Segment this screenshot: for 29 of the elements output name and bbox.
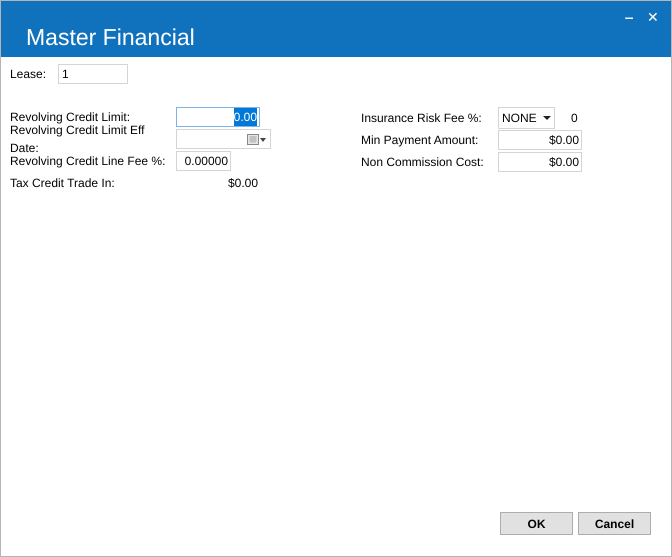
lease-field[interactable]: 1 bbox=[58, 64, 128, 84]
field-label: Revolving Credit Limit: bbox=[10, 109, 132, 125]
field-label: Non Commission Cost: bbox=[361, 154, 485, 170]
field-label: Revolving Credit Limit Eff Date: bbox=[10, 123, 146, 156]
calendar-icon[interactable] bbox=[247, 134, 267, 144]
field-value: 0.00 bbox=[234, 108, 257, 126]
date-field[interactable] bbox=[176, 129, 271, 149]
dropdown[interactable]: NONE bbox=[498, 106, 555, 128]
field-label: Insurance Risk Fee %: bbox=[361, 110, 483, 126]
close-button[interactable]: ✕ bbox=[647, 7, 659, 28]
field-value: $0.00 bbox=[548, 132, 579, 148]
field-label: Min Payment Amount: bbox=[361, 132, 480, 148]
text-field[interactable]: 0.00 bbox=[176, 107, 260, 127]
text-field[interactable]: $0.00 bbox=[498, 152, 582, 172]
dialog-button[interactable]: Cancel bbox=[578, 512, 651, 535]
field-label: Revolving Credit Line Fee %: bbox=[10, 153, 166, 170]
field-value: $0.00 bbox=[226, 175, 258, 192]
lease-value: 1 bbox=[62, 66, 69, 83]
text-field[interactable]: $0.00 bbox=[498, 130, 582, 150]
lease-label: Lease: bbox=[10, 66, 48, 83]
window-title: Master Financial bbox=[26, 23, 195, 52]
dialog-button[interactable]: OK bbox=[500, 512, 573, 535]
minimize-button[interactable]: ‒ bbox=[625, 7, 633, 28]
text-field[interactable]: 0.00000 bbox=[176, 151, 231, 171]
fee-reading: 0 bbox=[571, 110, 578, 126]
caret-icon bbox=[543, 116, 551, 120]
field-label: Tax Credit Trade In: bbox=[10, 175, 116, 192]
field-value: 0.00000 bbox=[184, 153, 228, 170]
field-value: $0.00 bbox=[548, 154, 579, 170]
